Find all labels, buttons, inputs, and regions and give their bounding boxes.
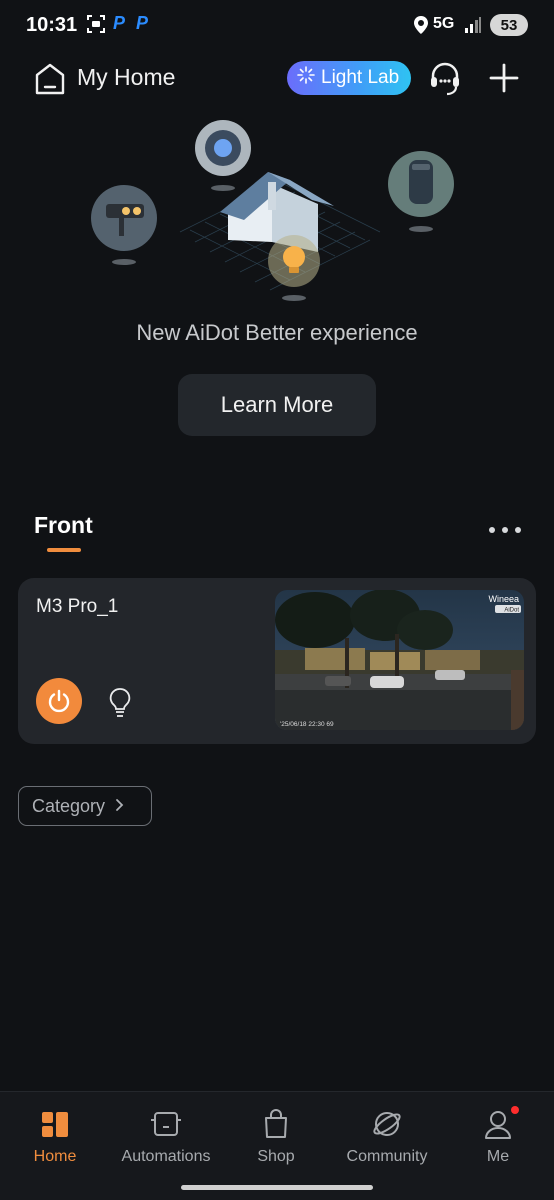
nav-community[interactable]: Community [332, 1108, 442, 1166]
nav-label-home: Home [33, 1148, 77, 1165]
parking-app-icon-2: P [136, 13, 149, 33]
more-options-icon[interactable] [488, 521, 522, 539]
automation-device-icon [151, 1112, 181, 1136]
category-button[interactable]: Category [18, 786, 152, 826]
nav-label-automations: Automations [121, 1148, 211, 1165]
power-button[interactable] [36, 678, 82, 724]
active-tab-indicator [47, 548, 81, 552]
camera-preview-thumbnail[interactable]: Wineea AiDot '25/06/18 22:30 69 [275, 590, 524, 730]
camera-partner-watermark: AiDot [504, 608, 519, 614]
nav-automations[interactable]: Automations [111, 1108, 221, 1166]
category-label: Category [32, 795, 106, 816]
power-icon [48, 689, 70, 713]
notification-dot [511, 1106, 519, 1114]
camera-brand-watermark: Wineea [488, 594, 519, 604]
nav-me[interactable]: Me [443, 1106, 553, 1166]
headset-support-icon[interactable] [428, 60, 462, 103]
status-time: 10:31 [26, 14, 78, 36]
promo-hero: New AiDot Better experience Learn More [0, 112, 554, 452]
home-selector-title[interactable]: My Home [77, 64, 175, 91]
gesture-home-indicator[interactable] [181, 1185, 373, 1190]
nav-label-community: Community [346, 1148, 428, 1165]
bottom-navigation: Home Automations Shop Community Me [0, 1091, 554, 1200]
location-icon [414, 16, 428, 39]
home-grid-icon [42, 1112, 68, 1137]
light-lab-button[interactable]: Light Lab [287, 61, 411, 95]
battery-indicator: 53 [490, 14, 528, 36]
parking-app-icon: P [113, 13, 126, 33]
learn-more-button[interactable]: Learn More [178, 374, 376, 436]
light-lab-label: Light Lab [321, 67, 400, 88]
device-name: M3 Pro_1 [36, 596, 119, 617]
home-outline-icon[interactable] [34, 62, 66, 101]
add-icon[interactable] [488, 62, 520, 99]
nav-home[interactable]: Home [0, 1108, 110, 1166]
app-header: My Home Light Lab [0, 58, 554, 102]
status-bar: 10:31 P P 5G 53 [0, 0, 554, 52]
light-bulb-icon[interactable] [106, 686, 134, 725]
nav-shop[interactable]: Shop [221, 1108, 331, 1166]
tab-front[interactable]: Front [34, 512, 93, 539]
device-card[interactable]: M3 Pro_1 Wineea AiDot '25/06/18 22:30 69 [18, 578, 536, 744]
camera-timestamp: '25/06/18 22:30 69 [280, 721, 334, 728]
signal-icon [464, 16, 482, 39]
chevron-right-icon [115, 796, 124, 817]
sparkle-icon [297, 66, 315, 90]
nav-label-shop: Shop [257, 1148, 295, 1165]
promo-tagline: New AiDot Better experience [136, 320, 418, 345]
planet-icon [373, 1112, 401, 1136]
smart-home-illustration [91, 120, 454, 301]
network-label: 5G [433, 15, 455, 32]
nav-label-me: Me [486, 1148, 510, 1165]
shopping-bag-icon [265, 1109, 287, 1138]
screenshot-icon [86, 14, 106, 39]
user-profile-icon [485, 1111, 511, 1139]
camera-snapshot-image: Wineea AiDot '25/06/18 22:30 69 [275, 590, 524, 730]
